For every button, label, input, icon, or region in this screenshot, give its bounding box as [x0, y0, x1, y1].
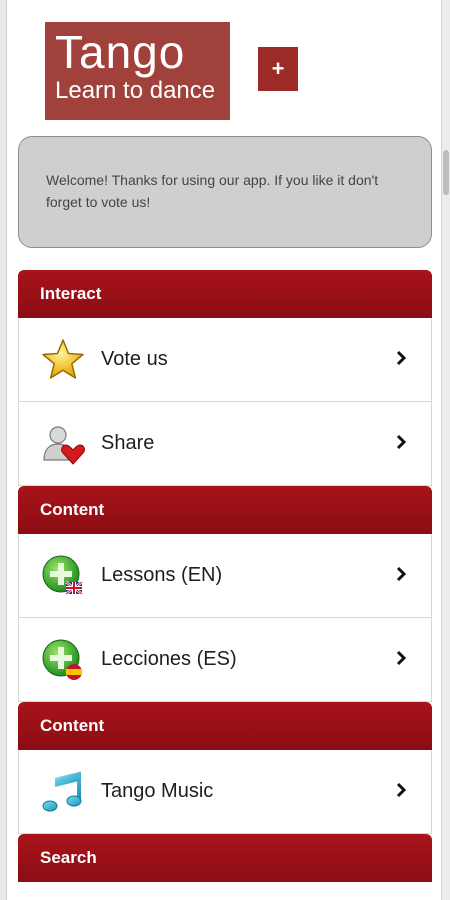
chevron-right-icon [396, 782, 407, 798]
logo-subtitle: Learn to dance [55, 77, 216, 104]
share-user-heart-icon [41, 422, 85, 466]
lesson-es-icon [41, 638, 85, 682]
window-left-edge [0, 0, 7, 900]
chevron-right-icon [396, 566, 407, 582]
logo-title: Tango [55, 26, 186, 78]
scrollbar-thumb[interactable] [443, 150, 449, 195]
list-item-tango-music[interactable]: Tango Music [18, 750, 432, 834]
list-item-share[interactable]: Share [18, 402, 432, 486]
list-item-lecciones-es[interactable]: Lecciones (ES) [18, 618, 432, 702]
chevron-right-icon [396, 434, 407, 450]
welcome-message: Welcome! Thanks for using our app. If yo… [18, 136, 432, 248]
list-item-label: Vote us [101, 348, 168, 370]
list-item-lessons-en[interactable]: Lessons (EN) [18, 534, 432, 618]
list-item-label: Share [101, 432, 155, 454]
section-header-content: Content [18, 486, 432, 534]
add-button[interactable]: + [258, 47, 298, 91]
menu-list: Interact Vote us Share Content Lessons (… [18, 270, 432, 882]
app-logo: Tango Learn to dance [45, 22, 230, 120]
list-item-label: Lessons (EN) [101, 564, 223, 586]
chevron-right-icon [396, 350, 407, 366]
list-item-vote-us[interactable]: Vote us [18, 318, 432, 402]
list-item-label: Tango Music [101, 780, 214, 802]
section-header-content: Content [18, 702, 432, 750]
section-header-search: Search [18, 834, 432, 882]
scrollbar[interactable] [441, 0, 450, 900]
chevron-right-icon [396, 650, 407, 666]
star-icon [41, 338, 85, 382]
list-item-label: Lecciones (ES) [101, 648, 237, 670]
lesson-en-icon [41, 554, 85, 598]
music-note-icon [41, 770, 85, 814]
section-header-interact: Interact [18, 270, 432, 318]
